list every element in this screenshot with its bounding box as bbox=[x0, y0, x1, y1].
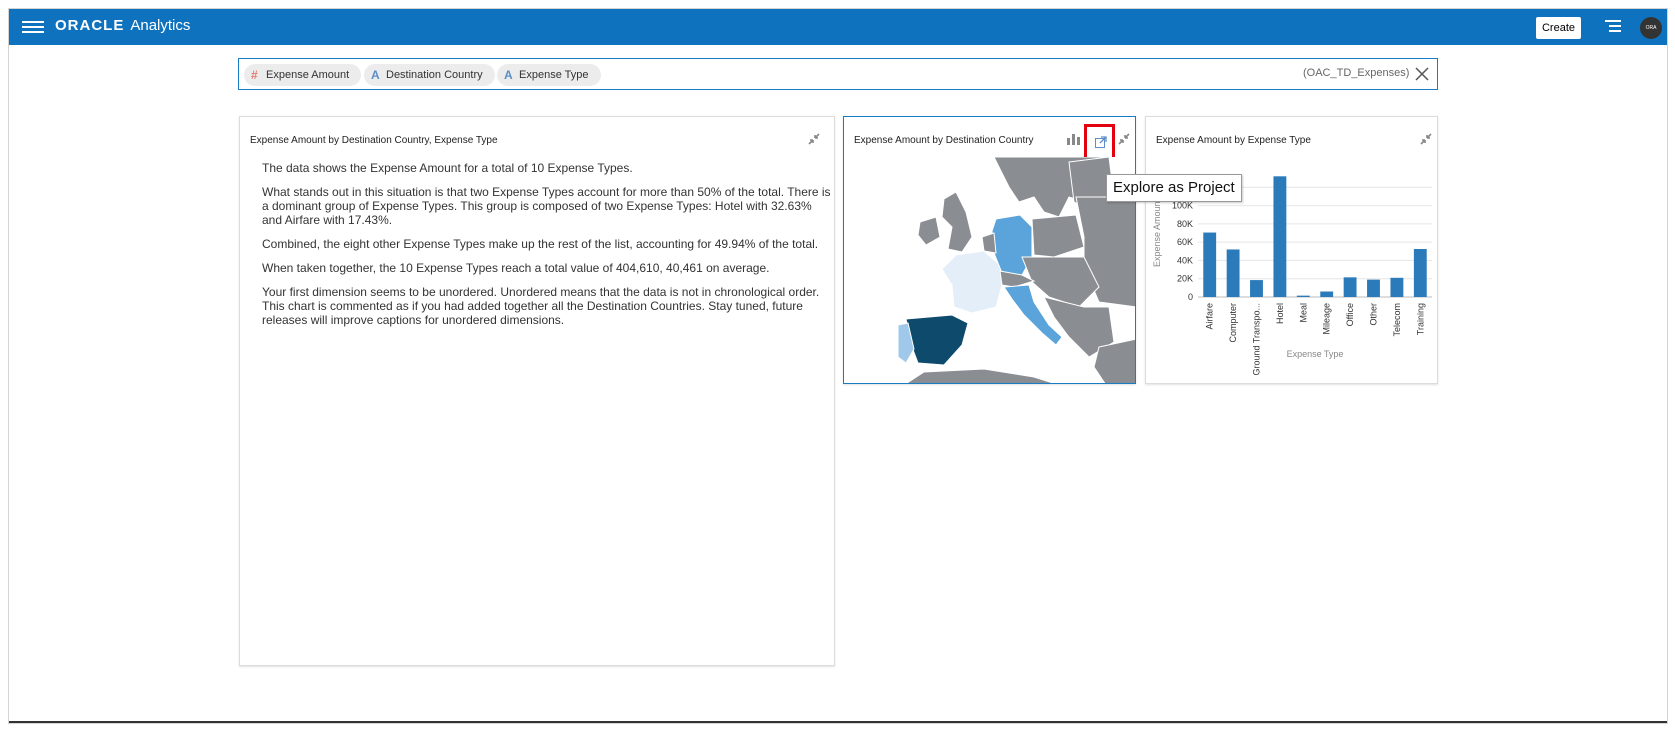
app-window: ORACLE Analytics Create ORA # Expense Amo… bbox=[8, 8, 1668, 724]
bar[interactable] bbox=[1250, 280, 1263, 297]
narrative-paragraph: What stands out in this situation is tha… bbox=[262, 185, 831, 227]
pill-label: Expense Type bbox=[519, 69, 589, 81]
bar[interactable] bbox=[1343, 277, 1357, 297]
brand-logo[interactable]: ORACLE Analytics bbox=[55, 17, 190, 34]
y-tick-label: 80K bbox=[1177, 219, 1193, 229]
attribute-icon: A bbox=[371, 68, 380, 82]
x-tick-label: Ground Transpo... bbox=[1252, 303, 1262, 376]
measure-icon: # bbox=[251, 68, 258, 82]
y-axis-title: Expense Amount bbox=[1152, 198, 1162, 267]
x-tick-label: Office bbox=[1345, 303, 1355, 326]
bar-chart-panel[interactable]: Expense Amount by Expense Type 0 20K 40K 60… bbox=[1145, 116, 1438, 384]
narrative-text: The data shows the Expense Amount for a … bbox=[262, 161, 832, 337]
narrative-panel[interactable]: Expense Amount by Destination Country, E… bbox=[239, 116, 835, 666]
x-tick-label: Meal bbox=[1298, 303, 1308, 323]
list-menu-icon[interactable] bbox=[1605, 20, 1621, 34]
bar[interactable] bbox=[1203, 232, 1217, 297]
x-tick-label: Airfare bbox=[1205, 303, 1215, 330]
map-panel[interactable]: Expense Amount by Destination Country bbox=[843, 116, 1136, 384]
top-header-bar: ORACLE Analytics Create ORA bbox=[9, 9, 1667, 45]
bar[interactable] bbox=[1367, 279, 1380, 297]
x-tick-label: Other bbox=[1369, 303, 1379, 326]
bar-chart-type-icon[interactable] bbox=[1067, 133, 1081, 145]
x-tick-label: Hotel bbox=[1275, 303, 1285, 324]
explore-icon bbox=[1095, 136, 1107, 148]
x-tick-label: Telecom bbox=[1392, 303, 1402, 337]
y-tick-label: 20K bbox=[1177, 274, 1193, 284]
hamburger-menu-icon[interactable] bbox=[22, 18, 44, 36]
panel-title: Expense Amount by Destination Country bbox=[854, 135, 1034, 146]
panel-title: Expense Amount by Destination Country, E… bbox=[250, 135, 498, 146]
attribute-icon: A bbox=[504, 68, 513, 82]
search-pill-destination-country[interactable]: A Destination Country bbox=[364, 64, 495, 86]
bar[interactable] bbox=[1226, 249, 1240, 297]
bar[interactable] bbox=[1413, 249, 1427, 297]
search-pill-expense-amount[interactable]: # Expense Amount bbox=[244, 64, 362, 86]
y-tick-label: 40K bbox=[1177, 255, 1193, 265]
explore-tooltip: Explore as Project bbox=[1106, 174, 1242, 202]
pill-label: Destination Country bbox=[386, 69, 483, 81]
bar[interactable] bbox=[1296, 295, 1310, 297]
x-tick-label: Mileage bbox=[1322, 303, 1332, 335]
bar[interactable] bbox=[1320, 291, 1334, 297]
collapse-icon[interactable] bbox=[1118, 133, 1130, 145]
europe-map[interactable] bbox=[844, 157, 1136, 384]
map-region-benelux bbox=[981, 232, 997, 254]
y-tick-label: 60K bbox=[1177, 237, 1193, 247]
expense-type-bar-chart[interactable]: 020K40K60K80K100K120KAirfareComputerGrou… bbox=[1146, 117, 1439, 385]
narrative-paragraph: Your first dimension seems to be unorder… bbox=[262, 285, 820, 327]
data-source-label: (OAC_TD_Expenses) bbox=[1303, 67, 1410, 79]
narrative-paragraph: The data shows the Expense Amount for a … bbox=[262, 161, 633, 175]
narrative-paragraph: When taken together, the 10 Expense Type… bbox=[262, 261, 770, 275]
pill-label: Expense Amount bbox=[266, 69, 350, 81]
search-bar[interactable]: # Expense Amount A Destination Country A… bbox=[238, 58, 1438, 90]
y-tick-label: 100K bbox=[1172, 201, 1193, 211]
create-button[interactable]: Create bbox=[1536, 17, 1581, 39]
explore-as-project-button[interactable] bbox=[1084, 124, 1115, 160]
y-tick-label: 0 bbox=[1188, 292, 1193, 302]
user-avatar[interactable]: ORA bbox=[1640, 17, 1662, 39]
x-tick-label: Computer bbox=[1228, 303, 1238, 343]
x-tick-label: Training bbox=[1415, 303, 1425, 335]
brand-product-text: Analytics bbox=[130, 17, 191, 34]
close-icon[interactable] bbox=[1414, 66, 1430, 82]
collapse-icon[interactable] bbox=[808, 133, 820, 145]
bar[interactable] bbox=[1390, 277, 1404, 297]
narrative-paragraph: Combined, the eight other Expense Types … bbox=[262, 237, 819, 251]
bar[interactable] bbox=[1273, 176, 1287, 297]
search-pill-expense-type[interactable]: A Expense Type bbox=[497, 64, 601, 86]
brand-oracle-text: ORACLE bbox=[55, 17, 125, 34]
x-axis-title: Expense Type bbox=[1287, 349, 1344, 359]
